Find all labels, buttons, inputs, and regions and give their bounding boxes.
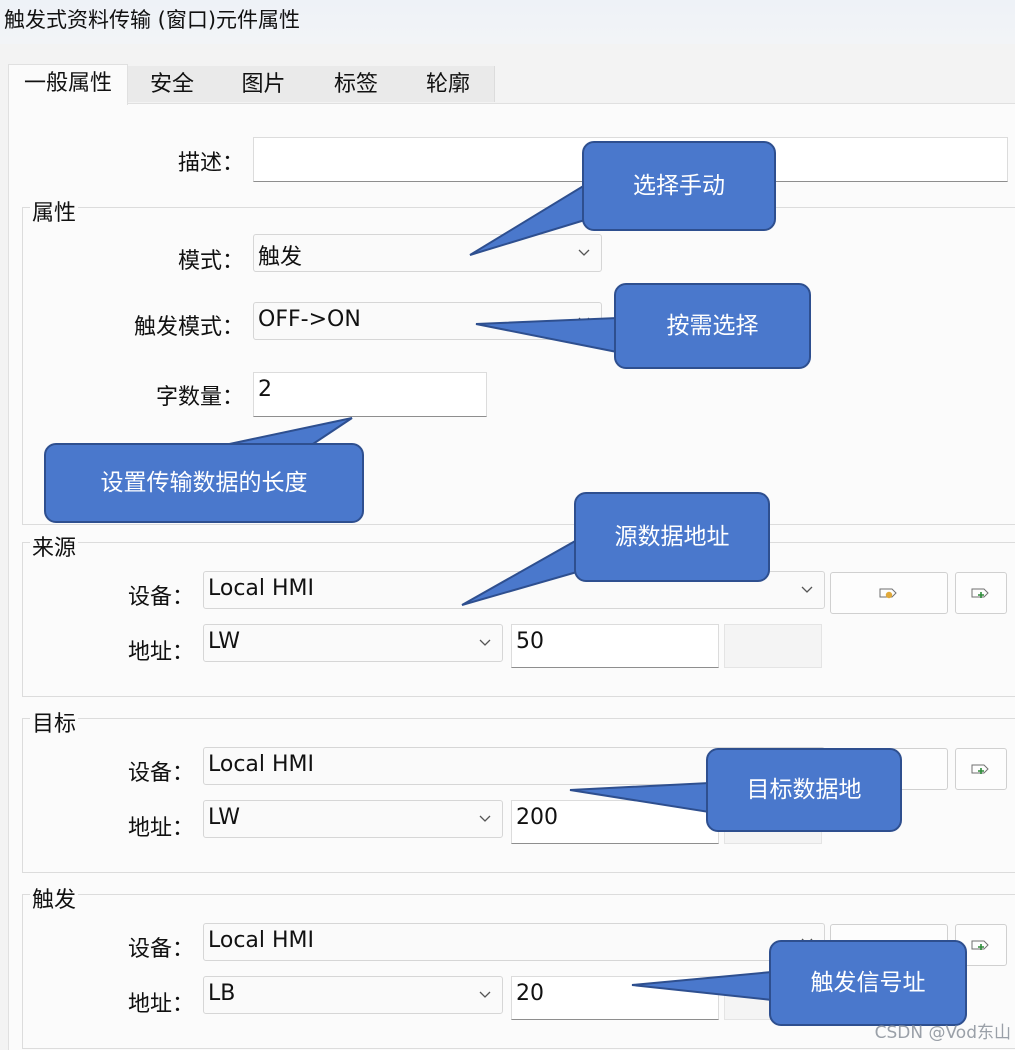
callout-source-address: 源数据地址 [574,492,770,582]
source-address-input[interactable]: 50 [511,624,719,668]
trigger-group-title: 触发 [30,882,79,914]
target-device-label: 设备： [127,761,194,786]
title-bar: 触发式资料传输 (窗口)元件属性 [0,0,1015,44]
source-address-extra-box [724,624,822,668]
mode-select[interactable]: 触发 [253,234,602,272]
trigger-address-label: 地址： [127,992,194,1017]
add-tag-icon [971,940,989,950]
tab-label[interactable]: 标签 [310,66,403,102]
tab-picture[interactable]: 图片 [217,66,311,102]
word-count-input[interactable]: 2 [253,372,487,417]
add-tag-button[interactable] [955,748,1007,790]
chevron-down-icon [479,639,491,646]
callout-target-address: 目标数据地 [706,748,902,832]
tab-strip: 一般属性 安全 图片 标签 轮廓 [0,64,1015,105]
target-address-type-select[interactable]: LW [203,800,503,838]
source-group [22,542,1015,697]
trigger-address-input[interactable]: 20 [511,976,719,1020]
device-settings-button[interactable] [830,572,948,614]
source-address-label: 地址： [127,640,194,665]
target-address-input[interactable]: 200 [511,800,719,844]
source-group-title: 来源 [30,530,79,562]
chevron-down-icon [801,586,813,593]
trigger-device-label: 设备： [127,937,194,962]
trigger-device-select[interactable]: Local HMI [203,923,825,961]
tag-settings-icon [879,588,897,599]
callout-trigger-address: 触发信号址 [769,940,967,1026]
chevron-down-icon [578,249,590,256]
callout-set-length: 设置传输数据的长度 [44,443,364,523]
target-group-title: 目标 [30,706,79,738]
chevron-down-icon [578,317,590,324]
callout-select-as-needed: 按需选择 [614,283,811,369]
tab-security[interactable]: 安全 [127,66,218,102]
callout-select-manual: 选择手动 [582,141,776,231]
chevron-down-icon [479,815,491,822]
tab-outline[interactable]: 轮廓 [402,66,495,102]
source-device-label: 设备： [127,585,194,610]
chevron-down-icon [479,991,491,998]
add-tag-button[interactable] [955,572,1007,614]
add-tag-icon [971,588,989,598]
trigger-address-type-select[interactable]: LB [203,976,503,1014]
trigger-mode-label: 触发模式： [133,315,244,340]
window-title: 触发式资料传输 (窗口)元件属性 [4,8,301,32]
word-count-label: 字数量： [155,385,244,410]
add-tag-icon [971,764,989,774]
properties-group-title: 属性 [30,195,79,227]
target-address-label: 地址： [127,816,194,841]
source-address-type-select[interactable]: LW [203,624,503,662]
mode-label: 模式： [177,249,244,274]
description-label: 描述： [177,151,244,176]
tab-general[interactable]: 一般属性 [8,64,128,105]
trigger-mode-select[interactable]: OFF->ON [253,302,602,340]
watermark: CSDN @Vod东山 [874,1023,1011,1043]
